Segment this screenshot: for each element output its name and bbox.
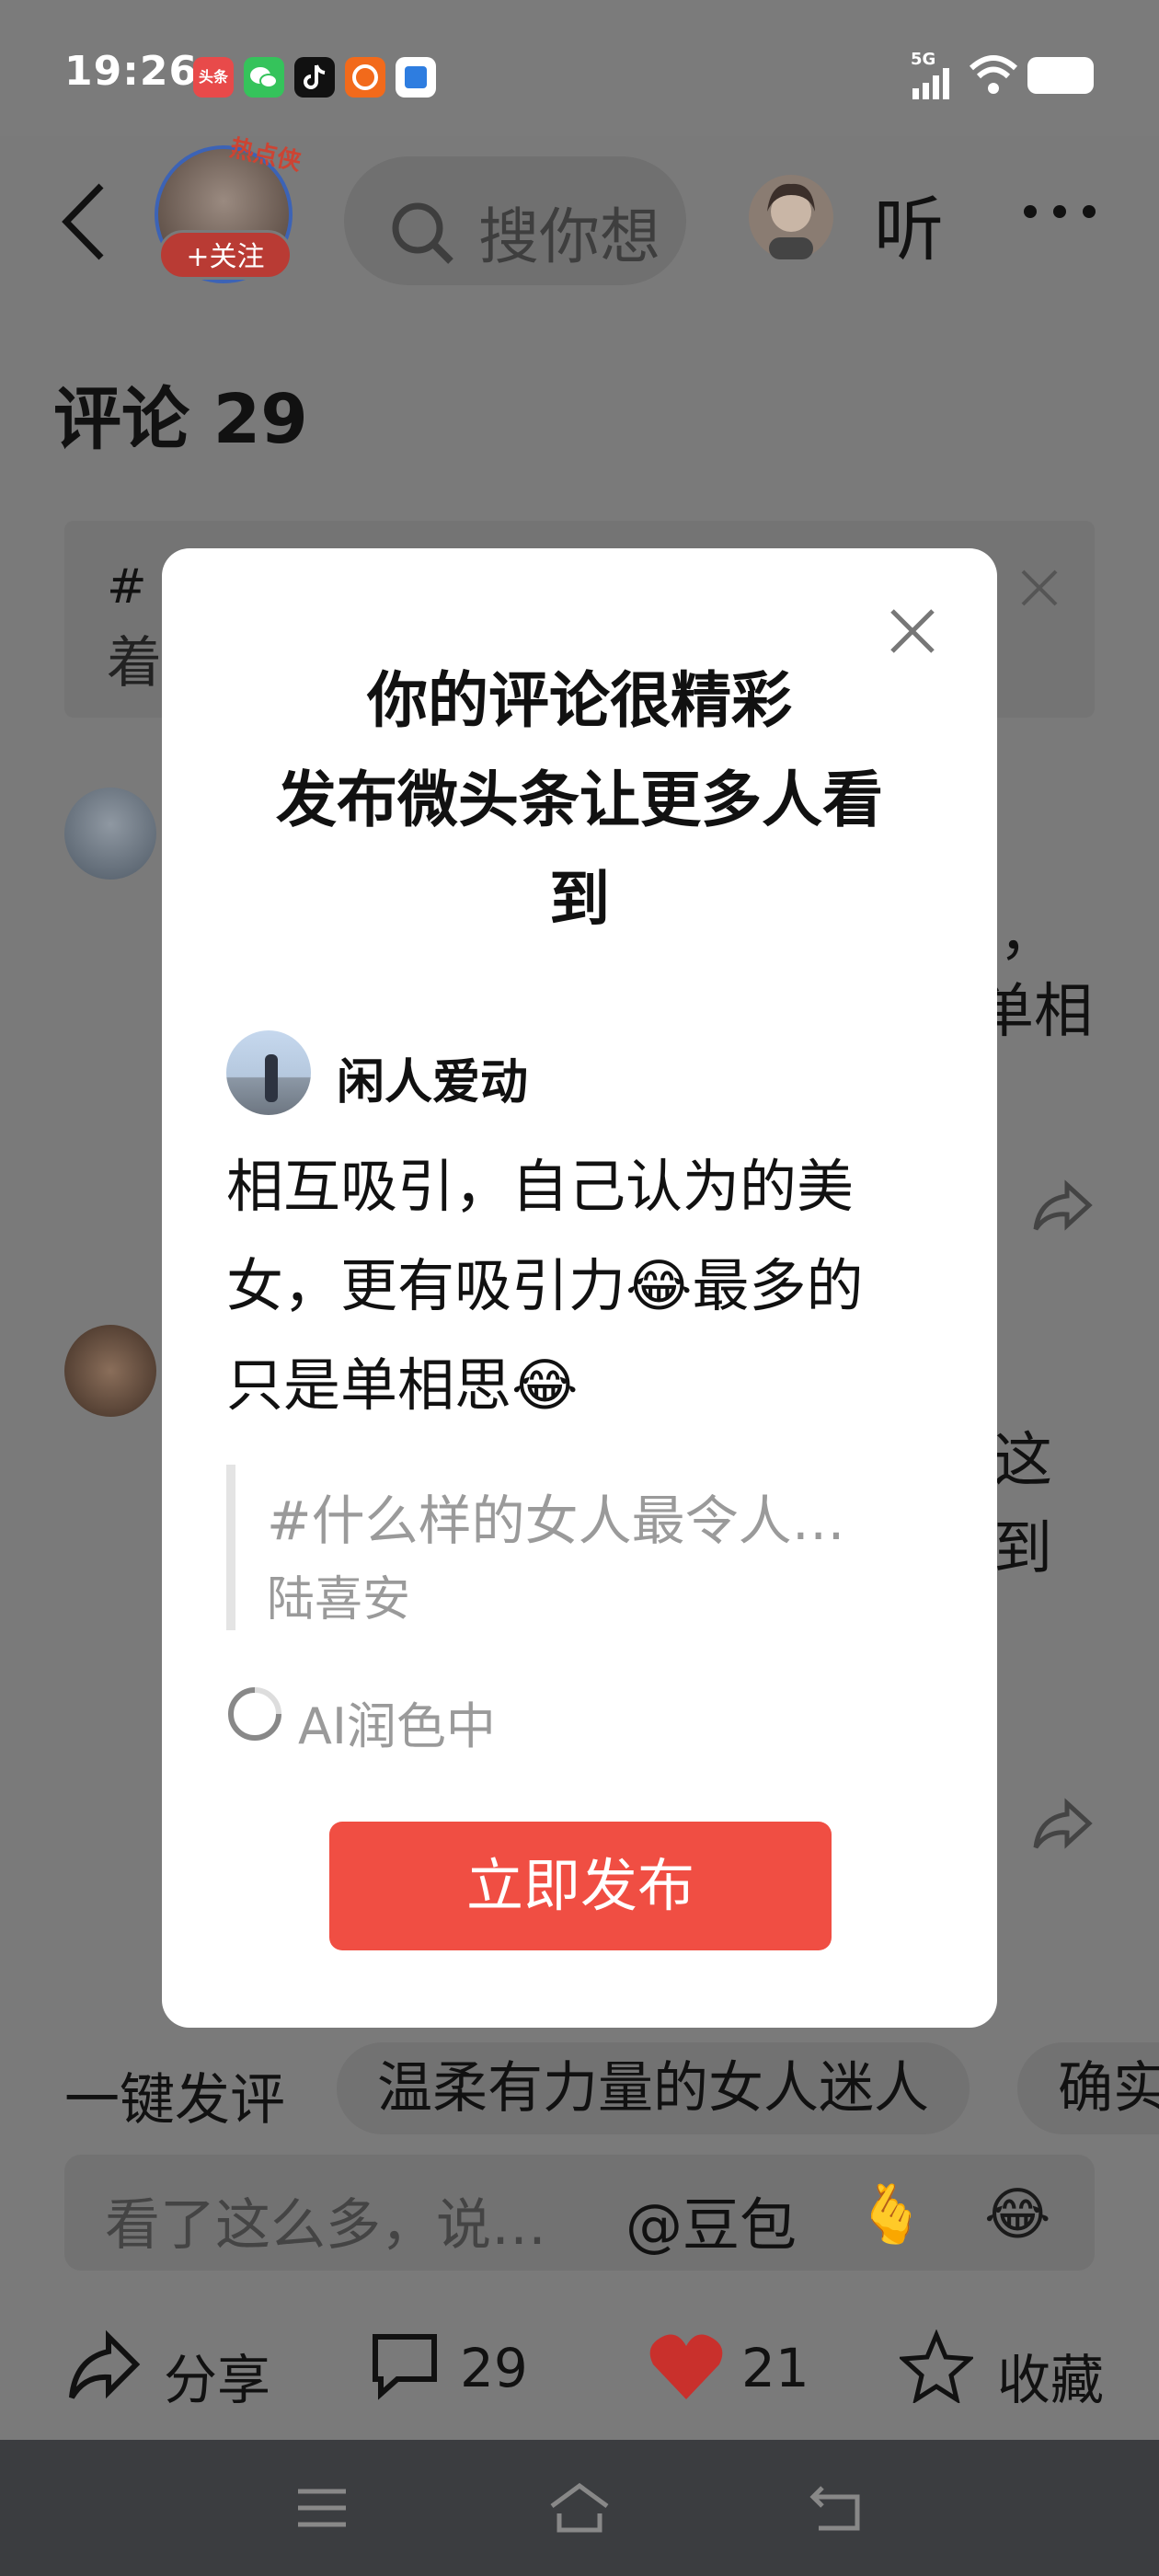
comment-avatar[interactable] [64,788,156,880]
wechat-icon [244,57,284,98]
quote-author: 陆喜安 [267,1572,411,1627]
listen-button[interactable]: 听 [874,173,944,274]
comment-avatar[interactable] [64,1325,156,1417]
commenter-avatar [226,1030,311,1115]
cloud-app-icon [396,57,436,98]
star-icon[interactable] [897,2329,976,2407]
comment-input[interactable]: 看了这么多，说… @豆包 🫰 😂 [64,2155,1095,2271]
publish-post-dialog: 你的评论很精彩 发布微头条让更多人看 到 闲人爱动 相互吸引，自己认为的美 女，… [162,548,997,2028]
topic-hash-icon: # [107,559,147,615]
close-icon[interactable] [1019,558,1060,622]
tip-text: 着 [107,631,162,696]
menu-icon[interactable] [296,2482,348,2537]
comment-input-placeholder: 看了这么多，说… [105,2193,546,2258]
publish-now-button[interactable]: 立即发布 [329,1822,832,1950]
more-icon[interactable] [1021,202,1098,224]
dialog-title: 你的评论很精彩 发布微头条让更多人看 到 [276,665,883,935]
clock: 19:26 [64,48,199,95]
article-quote: #什么样的女人最令人… 陆喜安 [226,1465,944,1630]
system-nav-bar [0,2440,1159,2576]
share-icon[interactable] [1030,1798,1095,1857]
back-icon[interactable] [57,180,112,263]
close-icon[interactable] [885,604,940,659]
wifi-icon [968,53,1019,99]
quote-topic: #什么样的女人最令人… [267,1489,845,1552]
follow-button[interactable]: +关注 [158,230,293,280]
comment-chip[interactable]: 确实 [1017,2042,1159,2134]
home-icon[interactable] [548,2482,611,2537]
quick-comment-chips: 一键发评 温柔有力量的女人迷人 确实 [64,2042,1159,2134]
commenter-name: 闲人爱动 [337,1055,529,1110]
share-icon[interactable] [64,2329,142,2407]
search-bar[interactable]: 搜你想 [344,156,686,285]
comment-content: 相互吸引，自己认为的美 女，更有吸引力😂最多的 只是单相思😂 [226,1153,864,1419]
share-label[interactable]: 分享 [164,2337,270,2414]
article-header: 热点侠 +关注 搜你想 听 [0,134,1159,302]
alibaba-1688-icon [345,57,385,98]
battery-icon [1027,57,1094,94]
comment-count[interactable]: 29 [460,2337,528,2399]
mention-doubao-button[interactable]: @豆包 [625,2179,797,2261]
heart-hands-emoji-button[interactable]: 🫰 [855,2180,926,2248]
back-nav-icon[interactable] [809,2482,865,2537]
one-click-comment-label[interactable]: 一键发评 [64,2055,285,2135]
laughing-emoji-button[interactable]: 😂 [984,2180,1050,2248]
ai-status-text: AI润色中 [298,1697,496,1755]
status-bar: 19:26 头条 5G [0,0,1159,136]
comment-text-fragment: 到 [993,1515,1052,1583]
ai-assistant-avatar[interactable] [749,175,833,259]
search-placeholder: 搜你想 [478,201,660,272]
toutiao-icon: 头条 [193,57,234,98]
like-heart-icon[interactable] [646,2329,727,2407]
comment-icon[interactable] [370,2329,440,2407]
like-count[interactable]: 21 [741,2337,809,2399]
share-icon[interactable] [1030,1179,1095,1238]
action-bar: 分享 29 21 收藏 [0,2309,1159,2429]
favorite-label[interactable]: 收藏 [997,2337,1104,2414]
comment-chip[interactable]: 温柔有力量的女人迷人 [337,2042,970,2134]
comment-text-fragment: ， [999,901,1058,969]
comments-title: 评论 29 [53,380,308,459]
search-icon [390,201,456,270]
comment-text-fragment: 这 [993,1427,1052,1495]
loading-spinner-icon [226,1685,283,1742]
tiktok-icon [294,57,335,98]
